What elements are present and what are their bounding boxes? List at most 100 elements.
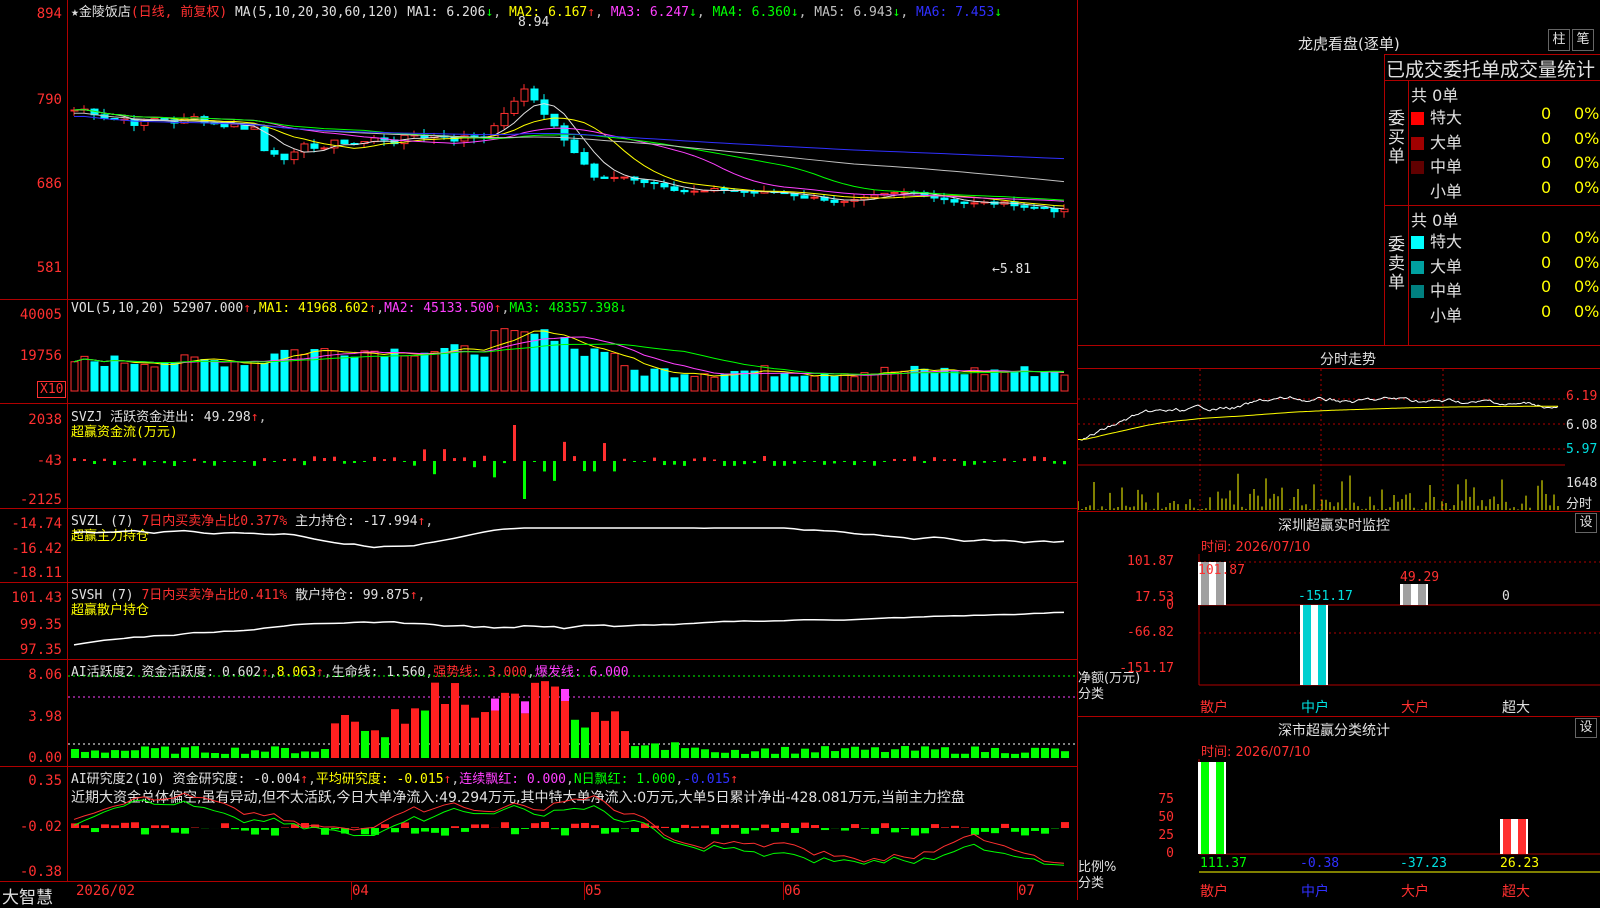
- volume-bar: [71, 362, 78, 391]
- volume-bar: [781, 373, 788, 391]
- intraday-panel[interactable]: 分时走势 6.19 6.08 5.97 1648 分时: [1078, 346, 1600, 512]
- volume-bar: [481, 357, 488, 391]
- activity-bar: [341, 715, 349, 758]
- volume-bar: [771, 377, 778, 391]
- flow-bar: [383, 459, 386, 461]
- flow-bar: [873, 461, 876, 466]
- dragon-header: 已成交委托单成交量统计: [1386, 55, 1600, 82]
- flow-bar: [943, 459, 946, 461]
- flow-bar: [703, 457, 706, 461]
- activity-bar: [981, 752, 989, 758]
- intraday-price-tick: 6.19: [1566, 389, 1597, 404]
- candle-body: [621, 177, 628, 178]
- retail-share-bar-stripe: [1201, 762, 1209, 854]
- activity-bar: [731, 750, 739, 758]
- kline-chart-area[interactable]: 894 790 686 581 40005 19756 X10 2038 -43…: [0, 0, 1077, 900]
- research-bar: [1031, 828, 1039, 831]
- research-bar: [781, 823, 789, 828]
- flow-bar: [643, 461, 646, 462]
- candle-body: [521, 89, 528, 101]
- volume-bar: [91, 362, 98, 391]
- svzl-tick: -14.74: [0, 516, 66, 532]
- tick-mode-button[interactable]: 笔: [1572, 29, 1594, 51]
- volume-bar: [351, 357, 358, 391]
- flow-bar: [483, 456, 486, 461]
- flow-bar: [693, 459, 696, 461]
- volume-bar: [81, 356, 88, 391]
- super-share-bar-stripe: [1518, 819, 1526, 854]
- flow-bar: [253, 461, 256, 466]
- retail-position-line: [74, 612, 1064, 644]
- volume-bar: [1011, 372, 1018, 391]
- candle-body: [1051, 208, 1058, 211]
- row-label: 小单: [1430, 306, 1462, 325]
- flow-bar: [993, 461, 996, 462]
- volume-bar: [101, 366, 108, 391]
- research-bar: [111, 825, 119, 828]
- flow-bar: [1033, 456, 1036, 461]
- flow-bar: [513, 425, 516, 461]
- candle-body: [951, 200, 958, 203]
- volume-bar: [691, 376, 698, 391]
- flow-bar: [623, 459, 626, 461]
- activity-bar: [881, 752, 889, 758]
- activity-bar: [621, 731, 629, 758]
- volume-bar: [721, 375, 728, 391]
- activity-bar: [521, 713, 529, 758]
- activity-bar: [301, 751, 309, 758]
- research-bar: [751, 828, 759, 830]
- ai1-tick: 8.06: [0, 667, 66, 683]
- research-bar: [541, 822, 549, 828]
- volume-bar: [951, 372, 958, 391]
- row-qty: 0: [1541, 253, 1551, 272]
- research-bar: [671, 828, 679, 832]
- activity-bar: [401, 724, 409, 758]
- activity-bar: [1041, 748, 1049, 758]
- flow-bar: [803, 461, 806, 462]
- flow-bar: [773, 461, 776, 466]
- research-bar: [261, 828, 269, 830]
- flow-bar: [893, 459, 896, 461]
- row-label: 小单: [1430, 182, 1462, 201]
- candle-body: [1041, 207, 1048, 208]
- flow-bar: [123, 461, 126, 462]
- big-value: 49.29: [1400, 570, 1439, 585]
- activity-bar: [481, 712, 489, 758]
- chart-canvas[interactable]: [68, 0, 1077, 881]
- price-tick: 581: [0, 260, 66, 276]
- svzl-line: [74, 528, 1064, 548]
- color-swatch: [1411, 236, 1424, 249]
- research-bar: [81, 825, 89, 828]
- research-bar: [631, 828, 639, 832]
- activity-bar: [121, 751, 129, 758]
- activity-bar: [81, 752, 89, 758]
- activity-bar: [701, 749, 709, 758]
- flow-bar: [143, 461, 146, 465]
- activity-bar: [431, 683, 439, 758]
- row-pct: 0%: [1574, 153, 1599, 172]
- research-bar: [921, 828, 929, 833]
- activity-bar: [141, 746, 149, 758]
- activity-bar: [691, 748, 699, 758]
- volume-bar: [561, 338, 568, 391]
- activity-bar: [571, 720, 579, 758]
- activity-bar: [651, 743, 659, 758]
- bar-mode-button[interactable]: 柱: [1548, 29, 1570, 51]
- x-tick: 07: [1018, 883, 1035, 899]
- activity-bar: [921, 746, 929, 758]
- candle-body: [311, 144, 318, 148]
- research-bar: [811, 825, 819, 828]
- svzj-tick: 2038: [0, 412, 66, 428]
- flow-bar: [323, 458, 326, 461]
- flow-bar: [73, 458, 76, 461]
- volume-bar: [901, 371, 908, 391]
- row-qty: 0: [1541, 277, 1551, 296]
- research-bar: [591, 825, 599, 828]
- mid-bar-stripe: [1303, 605, 1311, 685]
- flow-bar: [393, 457, 396, 461]
- retail-value: 101.87: [1198, 563, 1245, 578]
- row-qty: 0: [1541, 302, 1551, 321]
- flow-bar: [343, 461, 346, 464]
- ma-lines: [74, 104, 1064, 209]
- flow-bar: [153, 461, 156, 462]
